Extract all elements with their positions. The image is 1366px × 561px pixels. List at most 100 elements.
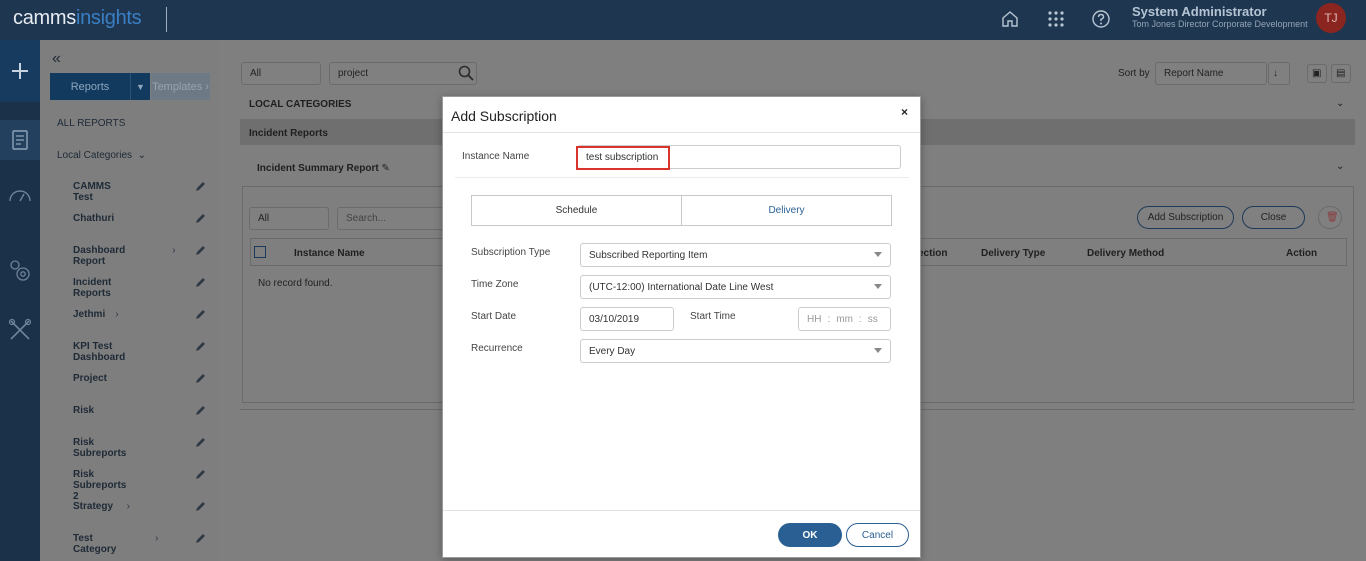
chevron-right-icon[interactable]: › — [115, 309, 118, 320]
col-instance-name[interactable]: Instance Name — [294, 248, 365, 259]
subscription-search-input[interactable]: Search... — [337, 207, 447, 230]
time-zone-label: Time Zone — [471, 279, 519, 290]
edit-pencil-icon[interactable] — [194, 500, 208, 514]
cancel-button[interactable]: Cancel — [846, 523, 909, 547]
edit-pencil-icon[interactable] — [194, 340, 208, 354]
sidebar: « Reports ▼ Templates › ALL REPORTS Loca… — [40, 40, 218, 561]
recurrence-select[interactable]: Every Day — [580, 339, 891, 363]
left-rail — [0, 40, 40, 561]
divider — [455, 177, 909, 178]
logo-divider — [166, 7, 167, 32]
tab-schedule[interactable]: Schedule — [471, 195, 682, 226]
plus-icon[interactable] — [0, 40, 40, 102]
divider — [443, 132, 920, 133]
edit-pencil-icon[interactable] — [194, 404, 208, 418]
category-filter-select[interactable]: All — [241, 62, 321, 85]
col-action: Action — [1286, 248, 1318, 259]
chevron-down-icon — [874, 348, 882, 353]
sidebar-item-label[interactable]: Dashboard Report — [73, 245, 125, 267]
chevron-down-icon — [874, 284, 882, 289]
collapse-sidebar-icon[interactable]: « — [52, 50, 61, 68]
subscription-filter-select[interactable]: All — [249, 207, 329, 230]
edit-pencil-icon[interactable] — [194, 212, 208, 226]
sidebar-item-label[interactable]: Strategy — [73, 501, 113, 512]
sidebar-item-label[interactable]: KPI Test Dashboard — [73, 341, 125, 363]
tools-icon[interactable] — [0, 310, 40, 350]
edit-pencil-icon[interactable] — [194, 532, 208, 546]
col-delivery-method[interactable]: Delivery Method — [1087, 248, 1164, 259]
instance-name-highlight — [576, 146, 670, 170]
start-date-label: Start Date — [471, 311, 517, 322]
close-button[interactable]: Close — [1242, 206, 1305, 229]
chevron-down-icon[interactable]: ▼ — [130, 73, 150, 100]
start-time-label: Start Time — [690, 311, 736, 322]
chevron-right-icon[interactable]: › — [172, 245, 175, 256]
user-name[interactable]: System Administrator — [1132, 4, 1267, 19]
avatar[interactable]: TJ — [1316, 3, 1346, 33]
no-record-message: No record found. — [258, 278, 333, 289]
search-icon[interactable] — [458, 65, 474, 84]
sort-by-label: Sort by — [1118, 68, 1150, 79]
all-reports-link[interactable]: ALL REPORTS — [57, 118, 125, 129]
chevron-right-icon[interactable]: › — [127, 501, 130, 512]
sort-by-select[interactable]: Report Name — [1155, 62, 1267, 85]
instance-name-label: Instance Name — [462, 151, 530, 162]
edit-pencil-icon[interactable] — [194, 180, 208, 194]
start-time-field[interactable]: HH: mm: ss — [798, 307, 891, 331]
sort-order-icon[interactable]: ↓ — [1268, 62, 1290, 85]
tab-delivery[interactable]: Delivery — [681, 195, 892, 226]
local-categories-toggle[interactable]: Local Categories ⌄ — [57, 150, 146, 161]
help-icon[interactable] — [1089, 7, 1113, 31]
add-subscription-dialog: Add Subscription × Instance Name test su… — [442, 96, 921, 558]
local-categories-header[interactable]: LOCAL CATEGORIES — [249, 99, 351, 110]
chevron-right-icon[interactable]: › — [155, 533, 158, 544]
report-name[interactable]: Incident Summary Report ✎ — [257, 163, 390, 174]
sidebar-item-label[interactable]: Risk Subreports — [73, 437, 126, 459]
sidebar-item-label[interactable]: Risk — [73, 405, 94, 416]
edit-pencil-icon[interactable] — [194, 468, 208, 482]
time-zone-select[interactable]: (UTC-12:00) International Date Line West — [580, 275, 891, 299]
edit-pencil-icon[interactable] — [194, 276, 208, 290]
dialog-title: Add Subscription — [451, 108, 557, 124]
user-subtitle: Tom Jones Director Corporate Development — [1132, 19, 1308, 29]
home-icon[interactable] — [998, 7, 1022, 31]
sidebar-item-label[interactable]: Incident Reports — [73, 277, 111, 299]
apps-grid-icon[interactable] — [1044, 7, 1068, 31]
divider — [443, 510, 920, 511]
sidebar-item-label[interactable]: Jethmi — [73, 309, 105, 320]
chevron-down-icon[interactable]: ⌄ — [1336, 161, 1344, 172]
ok-button[interactable]: OK — [778, 523, 842, 547]
delete-icon[interactable]: 🗑 — [1318, 206, 1342, 229]
edit-pencil-icon[interactable] — [194, 372, 208, 386]
edit-pencil-icon[interactable] — [194, 308, 208, 322]
reports-button[interactable]: Reports — [50, 73, 130, 100]
collapse-all-icon[interactable]: ▤ — [1331, 64, 1351, 83]
chevron-down-icon[interactable]: ⌄ — [1336, 98, 1344, 109]
edit-pencil-icon[interactable] — [194, 244, 208, 258]
expand-all-icon[interactable]: ▣ — [1307, 64, 1327, 83]
subscription-type-select[interactable]: Subscribed Reporting Item — [580, 243, 891, 267]
top-bar: cammsinsights System Administrator Tom J… — [0, 0, 1366, 40]
sidebar-item-label[interactable]: Test Category — [73, 533, 116, 555]
sidebar-item-label[interactable]: Risk Subreports 2 — [73, 469, 126, 502]
subscription-type-label: Subscription Type — [471, 247, 551, 258]
app-logo[interactable]: cammsinsights — [13, 7, 142, 30]
recurrence-label: Recurrence — [471, 343, 523, 354]
sidebar-item-label[interactable]: CAMMS Test — [73, 181, 111, 203]
report-icon[interactable] — [0, 120, 40, 160]
templates-button[interactable]: Templates › — [151, 73, 210, 100]
edit-pencil-icon[interactable] — [194, 436, 208, 450]
add-subscription-button[interactable]: Add Subscription — [1137, 206, 1234, 229]
settings-icon[interactable] — [0, 250, 40, 290]
sidebar-item-label[interactable]: Project — [73, 373, 107, 384]
chevron-down-icon — [874, 252, 882, 257]
select-all-checkbox[interactable] — [254, 246, 266, 258]
report-search-input[interactable]: project — [329, 62, 477, 85]
close-icon[interactable]: × — [901, 105, 908, 119]
dashboard-icon[interactable] — [0, 176, 40, 216]
col-direction[interactable]: ection — [918, 248, 947, 259]
col-delivery-type[interactable]: Delivery Type — [981, 248, 1045, 259]
incident-reports-header: Incident Reports — [249, 128, 328, 139]
sidebar-item-label[interactable]: Chathuri — [73, 213, 114, 224]
start-date-field[interactable]: 03/10/2019 — [580, 307, 674, 331]
